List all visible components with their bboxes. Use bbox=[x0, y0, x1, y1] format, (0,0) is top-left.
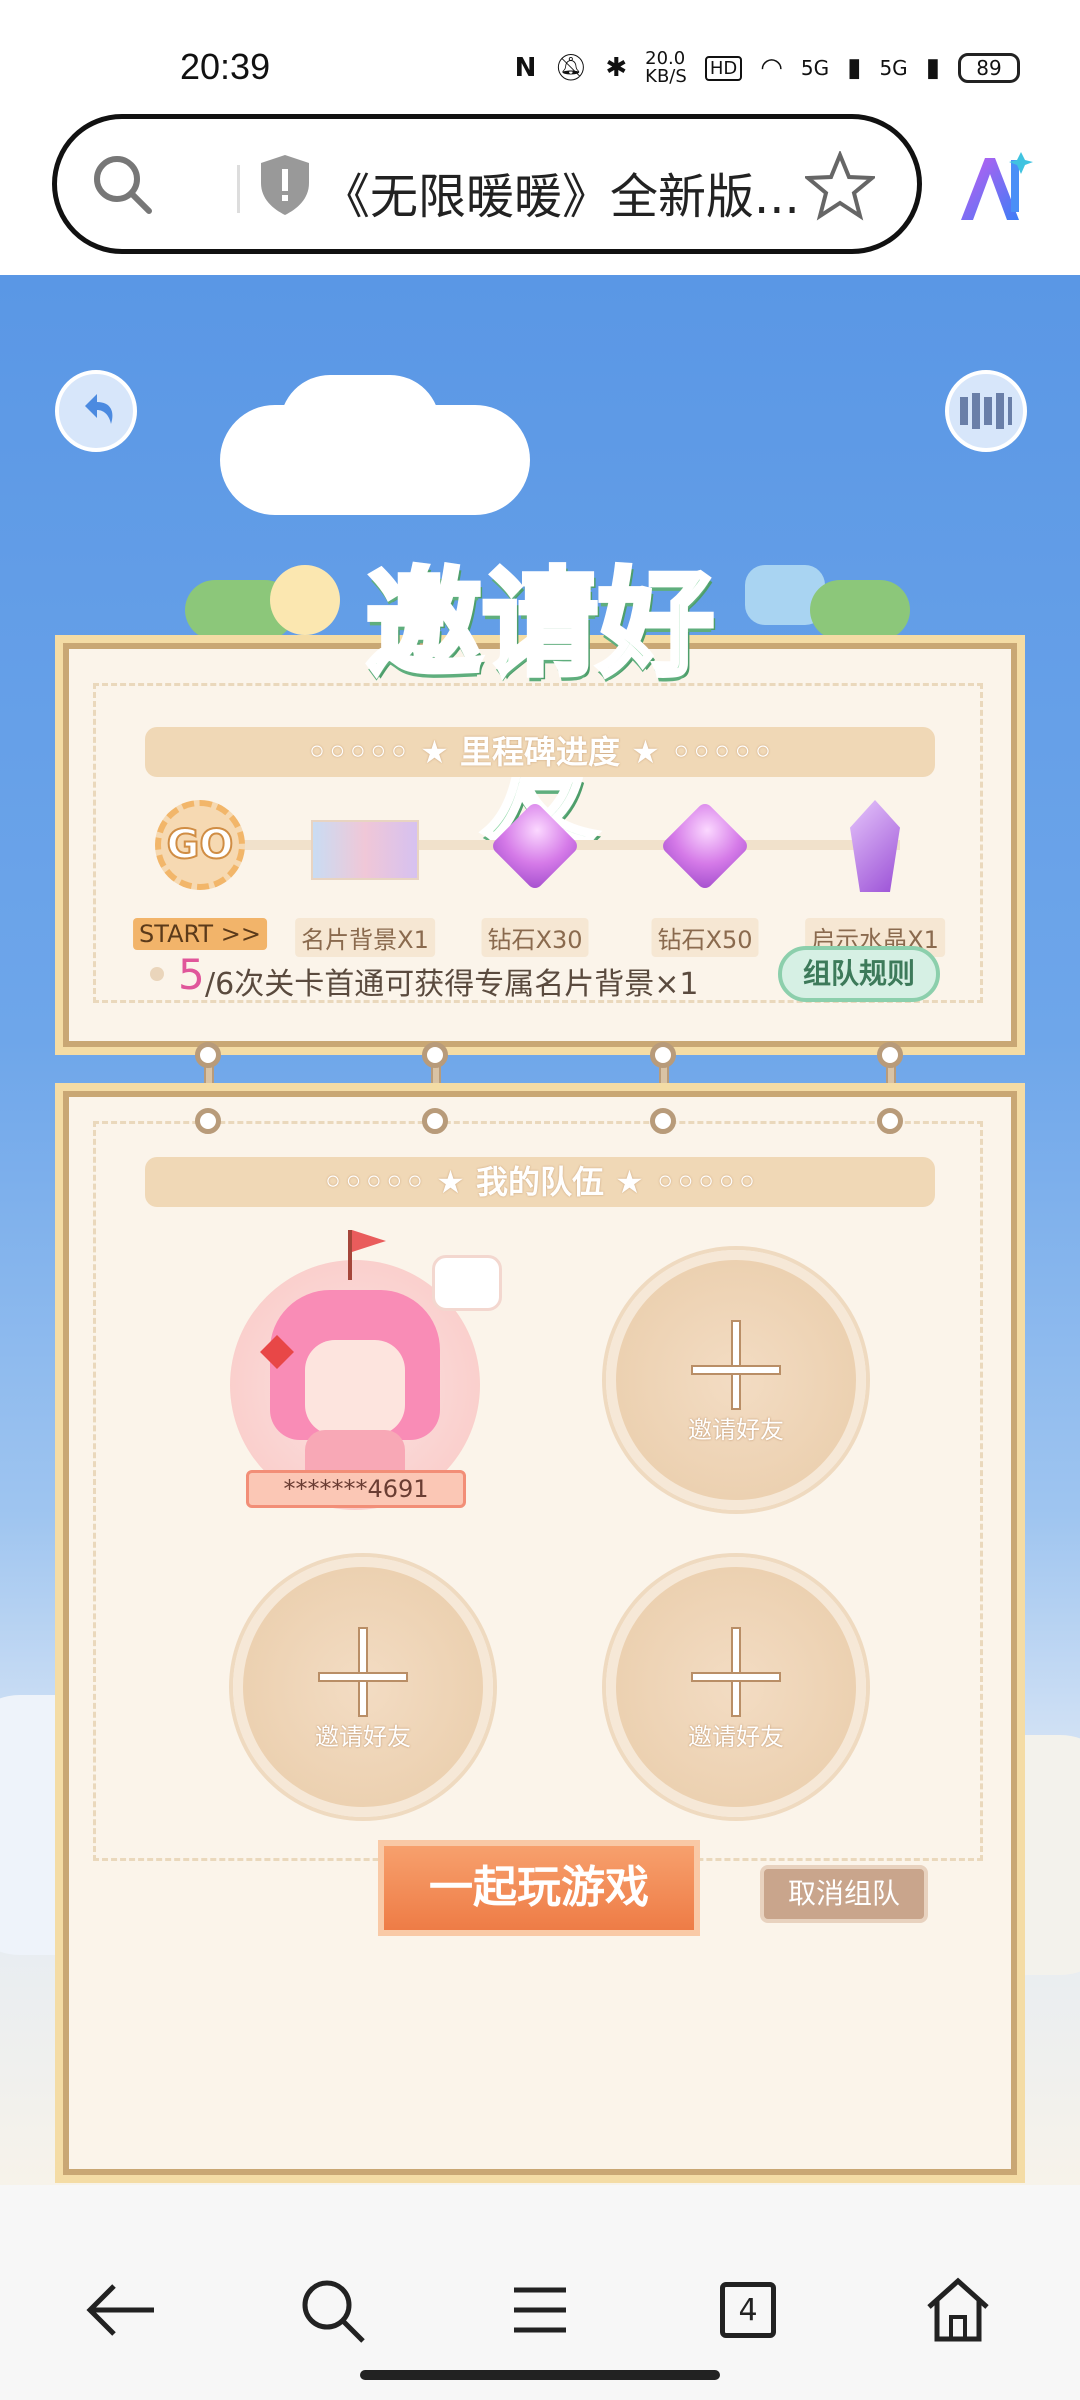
address-bar[interactable]: 《无限暖暖》全新版... bbox=[52, 114, 922, 254]
signal-bars-icon: ▮ bbox=[925, 53, 940, 83]
team-title: 我的队伍 bbox=[475, 1163, 604, 1201]
search-icon[interactable] bbox=[87, 149, 157, 219]
binder-ring bbox=[650, 1108, 676, 1134]
leaf-decoration bbox=[810, 580, 910, 640]
search-nav-button[interactable] bbox=[292, 2270, 372, 2350]
invite-friend-label: 邀请好友 bbox=[315, 1723, 411, 1751]
binder-ring bbox=[422, 1042, 448, 1068]
net-speed: 20.0 KB/S bbox=[645, 48, 687, 87]
invite-friend-slot[interactable]: 邀请好友 bbox=[606, 1250, 866, 1510]
status-bar: 20:39 N 🔕︎ ✱ 20.0 KB/S HD ◠ 5G ▮ 5G ▮ 89 bbox=[0, 0, 1080, 110]
menu-nav-button[interactable] bbox=[500, 2270, 580, 2350]
bluetooth-icon: ✱ bbox=[605, 53, 628, 83]
milestone-diamond-30: 钻石X30 bbox=[475, 800, 595, 957]
shield-icon[interactable] bbox=[257, 151, 313, 217]
milestone-label: START >> bbox=[133, 918, 267, 950]
gesture-home-bar[interactable] bbox=[360, 2370, 720, 2380]
ribbon-dots: ◦◦◦◦◦ ★ bbox=[306, 733, 460, 771]
ribbon-dots: ★ ◦◦◦◦◦ bbox=[604, 1163, 758, 1201]
star-bookmark-icon[interactable] bbox=[805, 151, 875, 221]
invite-heading: 邀请好友 bbox=[364, 555, 717, 863]
invite-friend-slot[interactable]: 邀请好友 bbox=[606, 1557, 866, 1817]
page-title: 《无限暖暖》全新版... bbox=[322, 169, 800, 225]
flag-pole bbox=[348, 1230, 352, 1280]
milestone-ribbon: ◦◦◦◦◦ ★ 里程碑进度 ★ ◦◦◦◦◦ bbox=[145, 727, 935, 777]
diamond-icon bbox=[659, 800, 751, 892]
ribbon-dots: ★ ◦◦◦◦◦ bbox=[620, 733, 774, 771]
arrow-left-icon bbox=[86, 2284, 154, 2336]
player-id-tag: *******4691 bbox=[246, 1470, 466, 1508]
plus-icon bbox=[691, 1672, 781, 1682]
invite-friend-label: 邀请好友 bbox=[688, 1416, 784, 1444]
plus-icon bbox=[691, 1365, 781, 1375]
diamond-icon bbox=[489, 800, 581, 892]
back-button[interactable] bbox=[55, 370, 137, 452]
milestone-card-bg: 名片背景X1 bbox=[295, 800, 435, 957]
status-time: 20:39 bbox=[180, 46, 271, 87]
progress-count: 5 bbox=[178, 950, 205, 999]
milestone-label: 名片背景X1 bbox=[295, 918, 435, 957]
status-icons: N 🔕︎ ✱ 20.0 KB/S HD ◠ 5G ▮ 5G ▮ 89 bbox=[515, 50, 1020, 86]
undo-arrow-icon bbox=[85, 394, 113, 424]
milestone-label: 钻石X50 bbox=[651, 918, 759, 957]
cloud-decoration bbox=[280, 375, 440, 475]
nfc-icon: N bbox=[514, 53, 537, 83]
menu-icon bbox=[514, 2287, 566, 2333]
binder-ring bbox=[877, 1042, 903, 1068]
tabs-count-icon: 4 bbox=[720, 2282, 776, 2338]
go-badge: GO bbox=[155, 800, 245, 890]
invite-friend-slot[interactable]: 邀请好友 bbox=[233, 1557, 493, 1817]
battery-icon: 89 bbox=[958, 53, 1020, 83]
search-icon bbox=[302, 2280, 365, 2343]
avatar-face bbox=[305, 1340, 405, 1435]
music-button[interactable] bbox=[945, 370, 1027, 452]
ribbon-dots: ◦◦◦◦◦ ★ bbox=[322, 1163, 476, 1201]
binder-ring bbox=[195, 1108, 221, 1134]
crystal-icon bbox=[850, 800, 900, 892]
play-together-button[interactable]: 一起玩游戏 bbox=[378, 1840, 700, 1936]
milestone-label: 钻石X30 bbox=[481, 918, 589, 957]
signal-bars-icon: ▮ bbox=[847, 53, 862, 83]
milestone-title: 里程碑进度 bbox=[459, 733, 620, 771]
milestone-start: GO START >> bbox=[133, 800, 267, 950]
progress-description: /6次关卡首通可获得专属名片背景×1 bbox=[205, 967, 699, 1002]
tabs-nav-button[interactable]: 4 bbox=[708, 2270, 788, 2350]
ai-assistant-icon[interactable] bbox=[955, 150, 1035, 225]
team-ribbon: ◦◦◦◦◦ ★ 我的队伍 ★ ◦◦◦◦◦ bbox=[145, 1157, 935, 1207]
signal-5g-2: 5G bbox=[879, 56, 908, 80]
milestone-crystal: 启示水晶X1 bbox=[805, 800, 945, 957]
milestone-diamond-50: 钻石X50 bbox=[645, 800, 765, 957]
bullet-dot bbox=[150, 967, 164, 981]
wifi-icon: ◠ bbox=[760, 53, 783, 83]
binder-ring bbox=[877, 1108, 903, 1134]
avatar bbox=[255, 1280, 455, 1490]
audio-bars-icon bbox=[960, 393, 1012, 429]
mute-icon: 🔕︎ bbox=[554, 53, 588, 83]
home-nav-button[interactable] bbox=[918, 2270, 998, 2350]
browser-nav-bar: 4 bbox=[0, 2185, 1080, 2400]
team-panel bbox=[55, 1083, 1025, 2183]
signal-5g-1: 5G bbox=[800, 56, 830, 80]
idea-bubble-icon bbox=[432, 1255, 502, 1311]
game-page: 邀请好友 ◦◦◦◦◦ ★ 里程碑进度 ★ ◦◦◦◦◦ GO START >> 名… bbox=[0, 275, 1080, 2185]
battery-level: 89 bbox=[976, 56, 1002, 80]
card-background-thumbnail bbox=[311, 820, 419, 880]
hd-badge: HD bbox=[704, 55, 743, 81]
home-icon bbox=[927, 2277, 989, 2342]
binder-ring bbox=[422, 1108, 448, 1134]
cancel-team-button[interactable]: 取消组队 bbox=[760, 1865, 928, 1923]
binder-ring bbox=[650, 1042, 676, 1068]
url-divider bbox=[237, 165, 240, 213]
binder-ring bbox=[195, 1042, 221, 1068]
back-nav-button[interactable] bbox=[82, 2270, 162, 2350]
plus-icon bbox=[318, 1672, 408, 1682]
invite-friend-label: 邀请好友 bbox=[688, 1723, 784, 1751]
team-rules-button[interactable]: 组队规则 bbox=[778, 946, 940, 1002]
